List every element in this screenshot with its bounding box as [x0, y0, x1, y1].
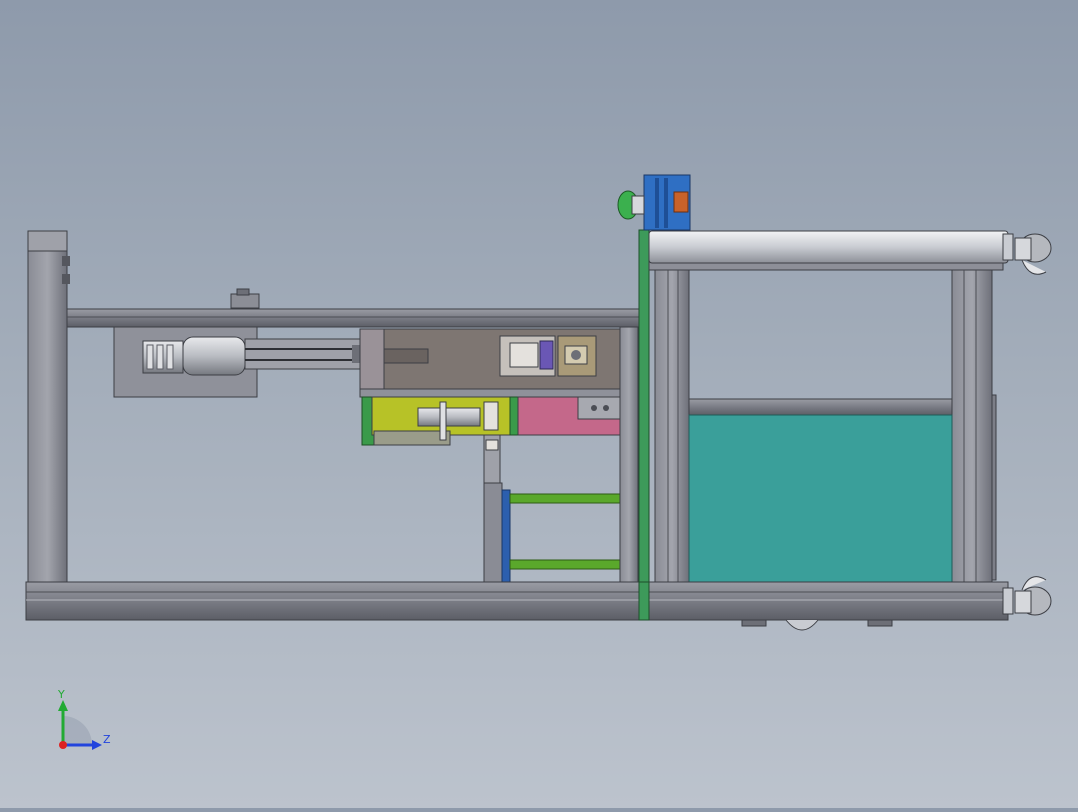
coordinate-triad: Y Z: [57, 688, 111, 750]
triad-x-axis: [59, 741, 67, 749]
control-box: [617, 174, 691, 231]
pink-block: [517, 396, 621, 436]
linear-actuator: [113, 326, 361, 398]
triad-z-label: Z: [103, 733, 111, 746]
triad-y-label: Y: [57, 688, 65, 701]
cad-viewport[interactable]: Y Z: [0, 0, 1078, 808]
central-plate: [359, 328, 623, 398]
base-rail: [25, 576, 1052, 631]
upper-beam: [66, 288, 640, 328]
right-frame: [619, 229, 1004, 621]
left-post: [27, 230, 70, 587]
vertical-slide: [483, 434, 621, 583]
machine-side-view: Y Z: [25, 174, 1052, 750]
